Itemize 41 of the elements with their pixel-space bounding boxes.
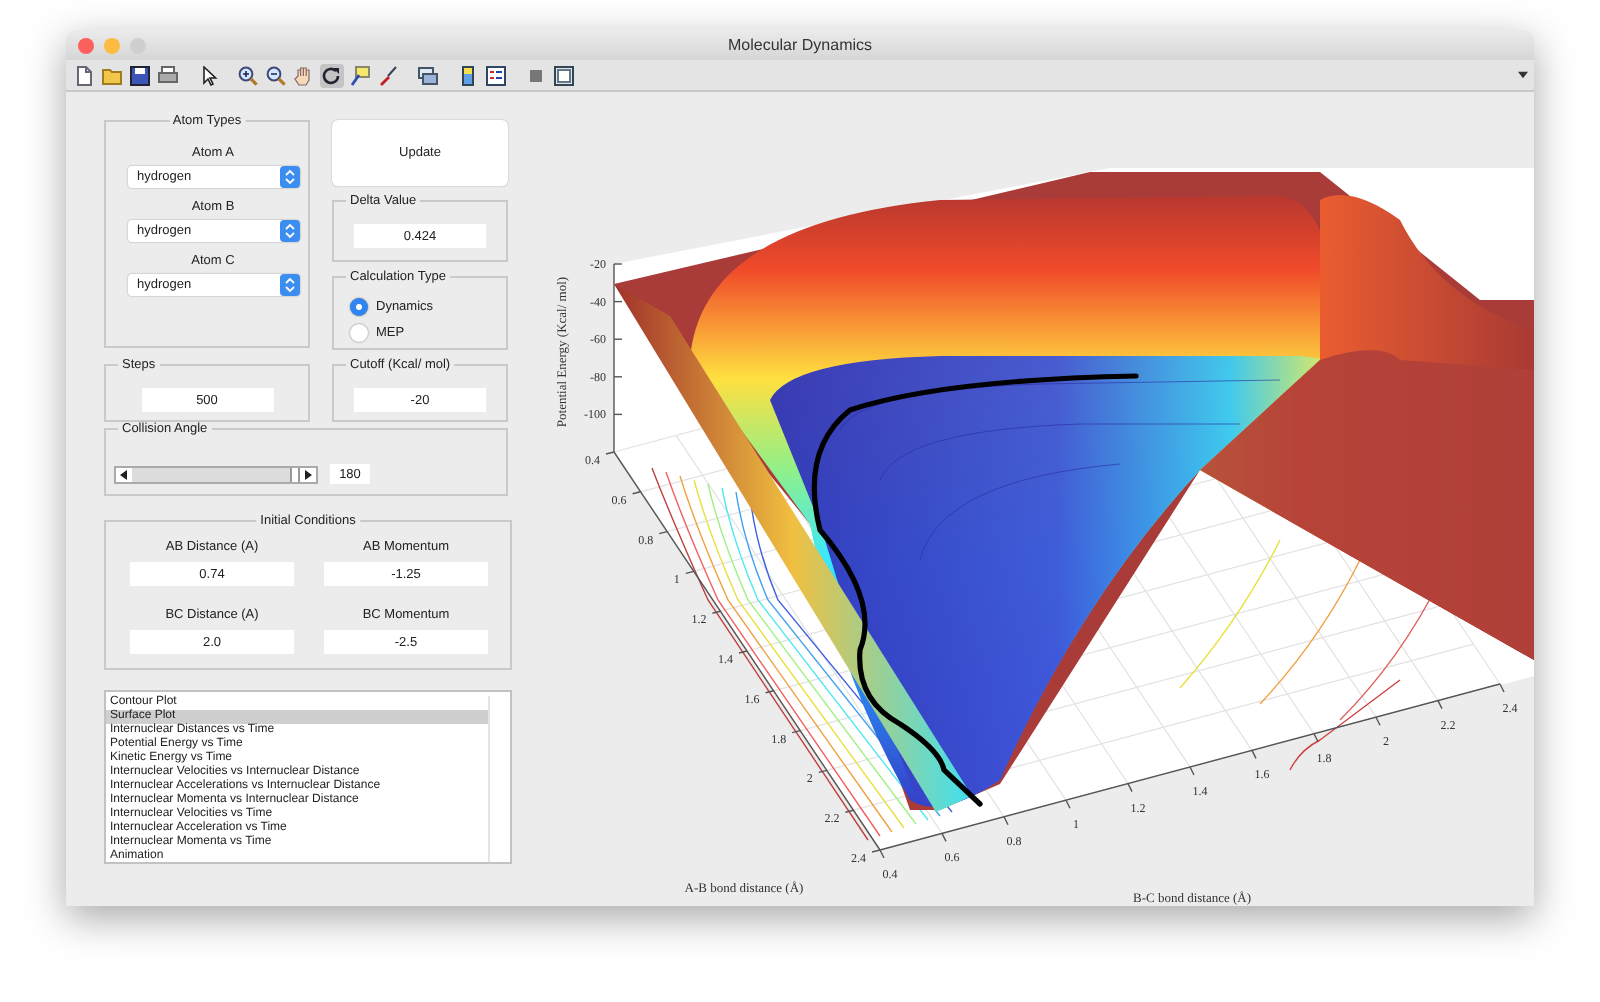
linked-windows-button[interactable] — [416, 63, 440, 87]
data-cursor-button[interactable] — [348, 63, 372, 87]
printer-icon — [158, 65, 178, 85]
colorbar-icon — [458, 65, 478, 85]
zoom-out-button[interactable] — [264, 63, 288, 87]
zoom-out-icon — [266, 65, 286, 85]
data-cursor-icon — [350, 65, 370, 85]
arrow-icon — [304, 470, 312, 480]
rotate-button[interactable] — [320, 63, 344, 87]
slider-arrow-button[interactable] — [116, 468, 132, 482]
window-panes-button[interactable] — [552, 63, 576, 87]
hand-button[interactable] — [292, 63, 316, 87]
window-title: Molecular Dynamics — [727, 36, 873, 54]
square-icon — [526, 65, 546, 85]
hand-icon — [294, 65, 314, 85]
radio-button[interactable] — [350, 298, 368, 316]
legend-button[interactable] — [484, 63, 508, 87]
rotate-icon — [322, 65, 342, 85]
printer-button[interactable] — [156, 63, 180, 87]
dock-arrow-icon[interactable] — [1518, 70, 1528, 80]
pointer-icon — [198, 65, 218, 85]
radio-button[interactable] — [350, 324, 368, 342]
folder-icon — [102, 65, 122, 85]
stepper-icon — [279, 166, 299, 188]
arrow-icon — [120, 470, 128, 480]
brush-button[interactable] — [376, 63, 400, 87]
new-document-button[interactable] — [72, 63, 96, 87]
zoom-in-icon — [238, 65, 258, 85]
stepper-icon — [279, 220, 299, 242]
new-document-icon — [74, 65, 94, 85]
stepper-icon — [279, 274, 299, 296]
legend-icon — [486, 65, 506, 85]
floppy-disk-button[interactable] — [128, 63, 152, 87]
slider[interactable] — [114, 466, 318, 484]
linked-windows-icon — [418, 65, 438, 85]
slider-thumb[interactable] — [290, 468, 300, 482]
brush-icon — [378, 65, 398, 85]
window-panes-icon — [554, 65, 574, 85]
zoom-in-button[interactable] — [236, 63, 260, 87]
slider-arrow-button[interactable] — [300, 468, 316, 482]
colorbar-button[interactable] — [456, 63, 480, 87]
